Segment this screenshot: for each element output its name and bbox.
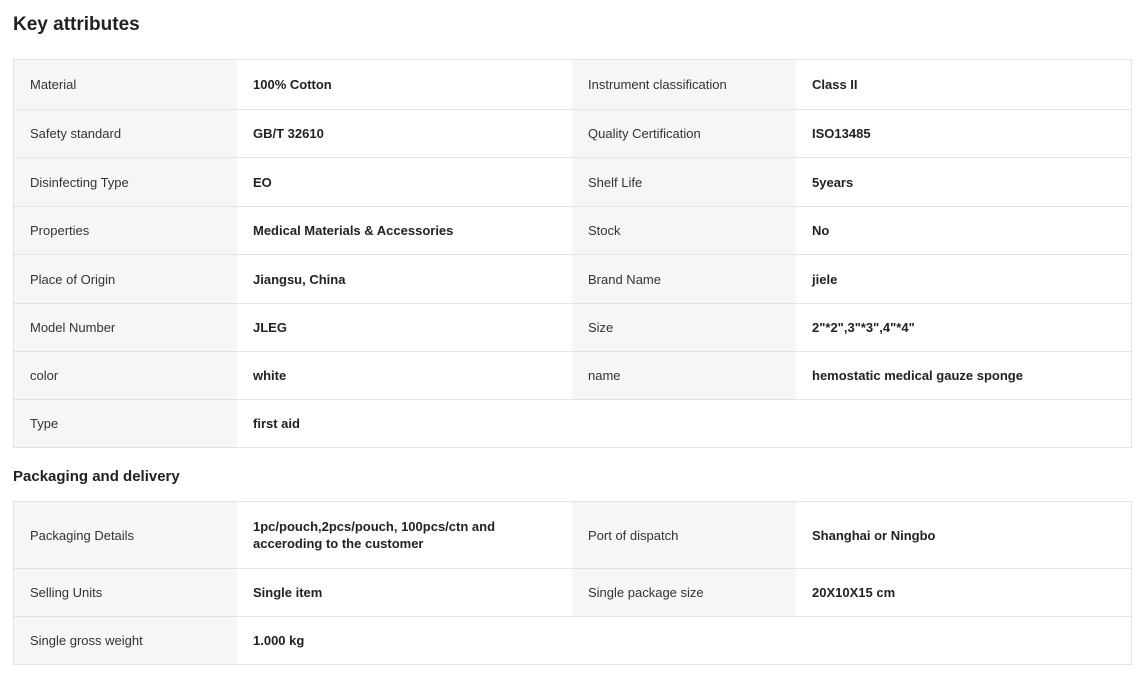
empty-cell xyxy=(796,617,1131,664)
attribute-row: Properties Medical Materials & Accessori… xyxy=(14,206,1131,254)
attribute-row: Model Number JLEG Size 2"*2",3"*3",4"*4" xyxy=(14,303,1131,351)
attribute-value: Shanghai or Ningbo xyxy=(796,502,1131,568)
attribute-value: 1pc/pouch,2pcs/pouch, 100pcs/ctn and acc… xyxy=(237,502,572,568)
attribute-label: Model Number xyxy=(14,304,237,351)
attribute-label: Stock xyxy=(572,207,796,254)
attribute-value: 5years xyxy=(796,158,1131,206)
attribute-label: Selling Units xyxy=(14,569,237,616)
attribute-label: Place of Origin xyxy=(14,255,237,303)
attribute-value: ISO13485 xyxy=(796,110,1131,157)
attribute-value: Class II xyxy=(796,60,1131,109)
attribute-label: Size xyxy=(572,304,796,351)
attribute-label: Shelf Life xyxy=(572,158,796,206)
attribute-label: Instrument classification xyxy=(572,60,796,109)
attribute-value: JLEG xyxy=(237,304,572,351)
attribute-value: 1.000 kg xyxy=(237,617,572,664)
attribute-value: Medical Materials & Accessories xyxy=(237,207,572,254)
attribute-label: Quality Certification xyxy=(572,110,796,157)
attribute-label: Type xyxy=(14,400,237,447)
attribute-label: Packaging Details xyxy=(14,502,237,568)
attribute-value: white xyxy=(237,352,572,399)
attribute-value: 100% Cotton xyxy=(237,60,572,109)
attribute-label: Properties xyxy=(14,207,237,254)
attribute-label: Disinfecting Type xyxy=(14,158,237,206)
attribute-value: hemostatic medical gauze sponge xyxy=(796,352,1131,399)
attribute-row: Safety standard GB/T 32610 Quality Certi… xyxy=(14,109,1131,157)
attribute-value: Single item xyxy=(237,569,572,616)
empty-cell xyxy=(572,400,796,447)
attribute-row: Packaging Details 1pc/pouch,2pcs/pouch, … xyxy=(14,502,1131,568)
empty-cell xyxy=(572,617,796,664)
attribute-row: Disinfecting Type EO Shelf Life 5years xyxy=(14,157,1131,206)
attribute-value: EO xyxy=(237,158,572,206)
packaging-delivery-title: Packaging and delivery xyxy=(13,468,180,485)
attribute-label: Single package size xyxy=(572,569,796,616)
attribute-value: GB/T 32610 xyxy=(237,110,572,157)
attribute-label: Brand Name xyxy=(572,255,796,303)
packaging-delivery-table: Packaging Details 1pc/pouch,2pcs/pouch, … xyxy=(13,501,1132,665)
attribute-label: name xyxy=(572,352,796,399)
attribute-value: Jiangsu, China xyxy=(237,255,572,303)
attribute-label: Safety standard xyxy=(14,110,237,157)
attribute-row: Material 100% Cotton Instrument classifi… xyxy=(14,60,1131,109)
attribute-label: Port of dispatch xyxy=(572,502,796,568)
attribute-row: Type first aid xyxy=(14,399,1131,447)
attribute-label: Single gross weight xyxy=(14,617,237,664)
attribute-row: Selling Units Single item Single package… xyxy=(14,568,1131,616)
attribute-label: color xyxy=(14,352,237,399)
attribute-value: jiele xyxy=(796,255,1131,303)
key-attributes-table: Material 100% Cotton Instrument classifi… xyxy=(13,59,1132,448)
attribute-row: color white name hemostatic medical gauz… xyxy=(14,351,1131,399)
attribute-row: Place of Origin Jiangsu, China Brand Nam… xyxy=(14,254,1131,303)
key-attributes-title: Key attributes xyxy=(13,14,140,35)
attribute-value: 20X10X15 cm xyxy=(796,569,1131,616)
attribute-value: No xyxy=(796,207,1131,254)
empty-cell xyxy=(796,400,1131,447)
attribute-row: Single gross weight 1.000 kg xyxy=(14,616,1131,664)
attribute-value: 2"*2",3"*3",4"*4" xyxy=(796,304,1131,351)
attribute-value: first aid xyxy=(237,400,572,447)
attribute-label: Material xyxy=(14,60,237,109)
